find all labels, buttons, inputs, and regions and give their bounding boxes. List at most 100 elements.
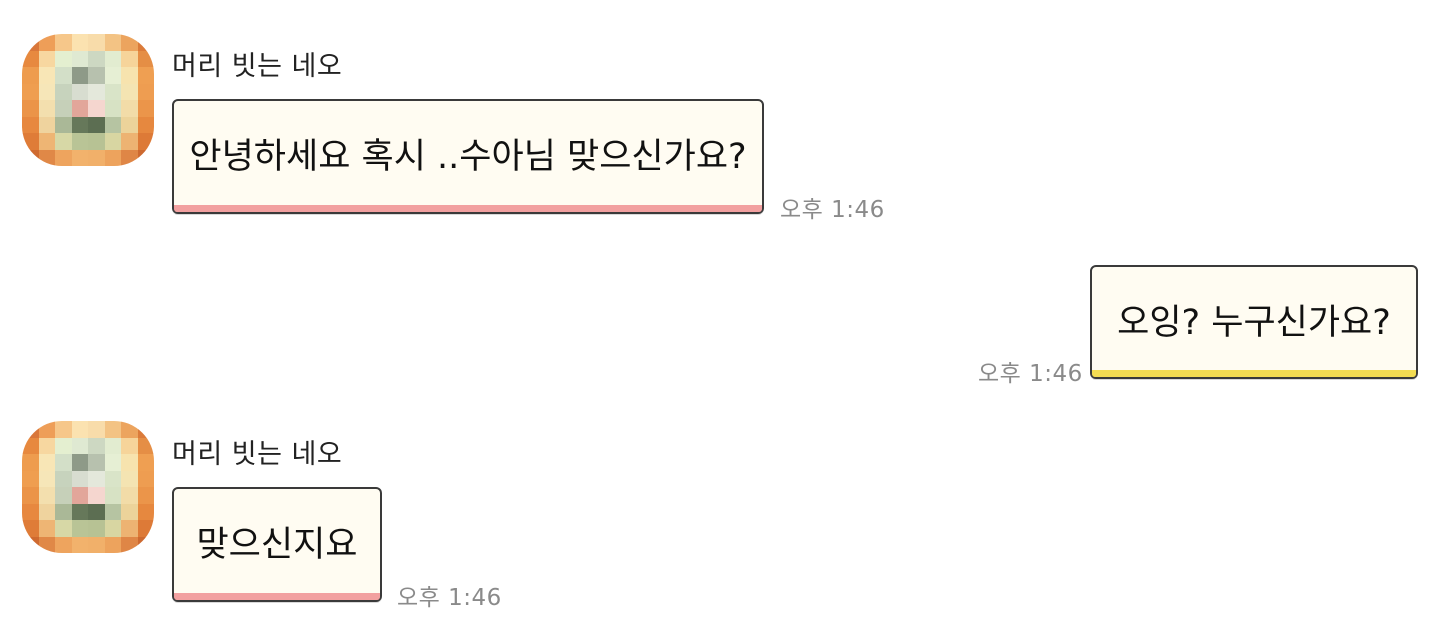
avatar-pixel — [88, 149, 105, 166]
avatar-pixel — [38, 470, 55, 487]
avatar-pixel — [71, 470, 88, 487]
avatar-pixel — [55, 421, 72, 438]
avatar-pixel — [38, 50, 55, 67]
sender-avatar-icon[interactable] — [22, 34, 154, 166]
avatar-pixel — [38, 437, 55, 454]
avatar-pixel — [71, 50, 88, 67]
avatar-pixel — [55, 67, 72, 84]
sender-name: 머리 빗는 네오 — [172, 51, 343, 82]
avatar-pixel — [137, 536, 154, 553]
avatar-pixel — [137, 133, 154, 150]
avatar-pixel — [71, 437, 88, 454]
avatar-pixel — [71, 149, 88, 166]
message-text: 오잉? 누구신가요? — [1117, 302, 1391, 343]
avatar-pixel — [121, 116, 138, 133]
avatar-pixel — [71, 67, 88, 84]
message-bubble-outgoing[interactable]: 오잉? 누구신가요? — [1090, 265, 1418, 379]
avatar-pixel — [88, 421, 105, 438]
avatar-pixel — [104, 536, 121, 553]
avatar-pixel — [137, 520, 154, 537]
avatar-pixel — [22, 503, 39, 520]
message-text: 맞으신지요 — [196, 525, 358, 565]
avatar-pixel — [38, 503, 55, 520]
avatar-pixel — [71, 133, 88, 150]
avatar-pixel — [22, 454, 39, 471]
avatar-pixel — [104, 520, 121, 537]
avatar-pixel — [22, 83, 39, 100]
avatar-pixel — [104, 133, 121, 150]
avatar-pixel — [38, 67, 55, 84]
avatar-pixel — [104, 34, 121, 51]
chat-conversation: 머리 빗는 네오 안녕하세요 혹시 ..수아님 맞으신가요? 오후 1:46 오… — [0, 0, 1440, 640]
avatar-pixel — [38, 34, 55, 51]
avatar-pixel — [104, 50, 121, 67]
avatar-pixel — [88, 34, 105, 51]
avatar-pixel — [71, 83, 88, 100]
avatar-pixel — [104, 487, 121, 504]
avatar-pixel — [121, 149, 138, 166]
avatar-pixel — [55, 454, 72, 471]
avatar-pixel — [38, 520, 55, 537]
avatar-pixel — [22, 536, 39, 553]
avatar-pixel — [38, 421, 55, 438]
avatar-pixel — [22, 470, 39, 487]
avatar-pixel — [121, 503, 138, 520]
avatar-pixel — [137, 83, 154, 100]
avatar-pixel — [71, 100, 88, 117]
avatar-pixel — [71, 487, 88, 504]
avatar-pixel — [121, 437, 138, 454]
message-timestamp: 오후 1:46 — [978, 361, 1083, 387]
avatar-pixel — [22, 437, 39, 454]
bubble-accent-stripe — [174, 205, 762, 212]
avatar-pixel — [121, 100, 138, 117]
avatar-pixel — [55, 149, 72, 166]
avatar-pixel — [104, 454, 121, 471]
message-bubble-incoming[interactable]: 맞으신지요 — [172, 487, 382, 602]
avatar-pixel — [137, 487, 154, 504]
avatar-pixel — [55, 50, 72, 67]
avatar-pixel — [121, 133, 138, 150]
avatar-pixel — [71, 520, 88, 537]
avatar-pixel — [38, 133, 55, 150]
avatar-pixel — [137, 470, 154, 487]
avatar-pixel — [38, 116, 55, 133]
avatar-pixel — [55, 437, 72, 454]
avatar-pixel — [22, 116, 39, 133]
avatar-pixel — [104, 100, 121, 117]
avatar-pixel — [22, 100, 39, 117]
avatar-pixel — [121, 421, 138, 438]
sender-name: 머리 빗는 네오 — [172, 439, 343, 470]
avatar-pixel — [104, 503, 121, 520]
avatar-pixel — [88, 116, 105, 133]
avatar-pixel — [55, 503, 72, 520]
bubble-accent-stripe — [174, 593, 380, 600]
avatar-pixel — [121, 50, 138, 67]
avatar-pixel — [22, 34, 39, 51]
avatar-pixel — [55, 520, 72, 537]
avatar-pixel — [22, 133, 39, 150]
avatar-pixel — [71, 536, 88, 553]
avatar-pixel — [38, 83, 55, 100]
avatar-pixel — [71, 34, 88, 51]
avatar-pixel — [88, 470, 105, 487]
avatar-pixel — [55, 133, 72, 150]
avatar-pixel — [104, 116, 121, 133]
avatar-pixel — [88, 454, 105, 471]
avatar-pixel — [88, 50, 105, 67]
avatar-pixel — [121, 487, 138, 504]
avatar-pixel — [88, 487, 105, 504]
avatar-pixel — [55, 83, 72, 100]
avatar-pixel — [22, 67, 39, 84]
avatar-pixel — [55, 116, 72, 133]
avatar-pixel — [55, 487, 72, 504]
avatar-pixel — [71, 503, 88, 520]
sender-avatar-icon[interactable] — [22, 421, 154, 553]
avatar-pixel — [104, 421, 121, 438]
avatar-pixel — [104, 67, 121, 84]
avatar-pixel — [137, 67, 154, 84]
avatar-pixel — [88, 536, 105, 553]
bubble-accent-stripe — [1092, 370, 1416, 377]
avatar-pixel — [121, 470, 138, 487]
avatar-pixel — [88, 133, 105, 150]
message-bubble-incoming[interactable]: 안녕하세요 혹시 ..수아님 맞으신가요? — [172, 99, 764, 214]
